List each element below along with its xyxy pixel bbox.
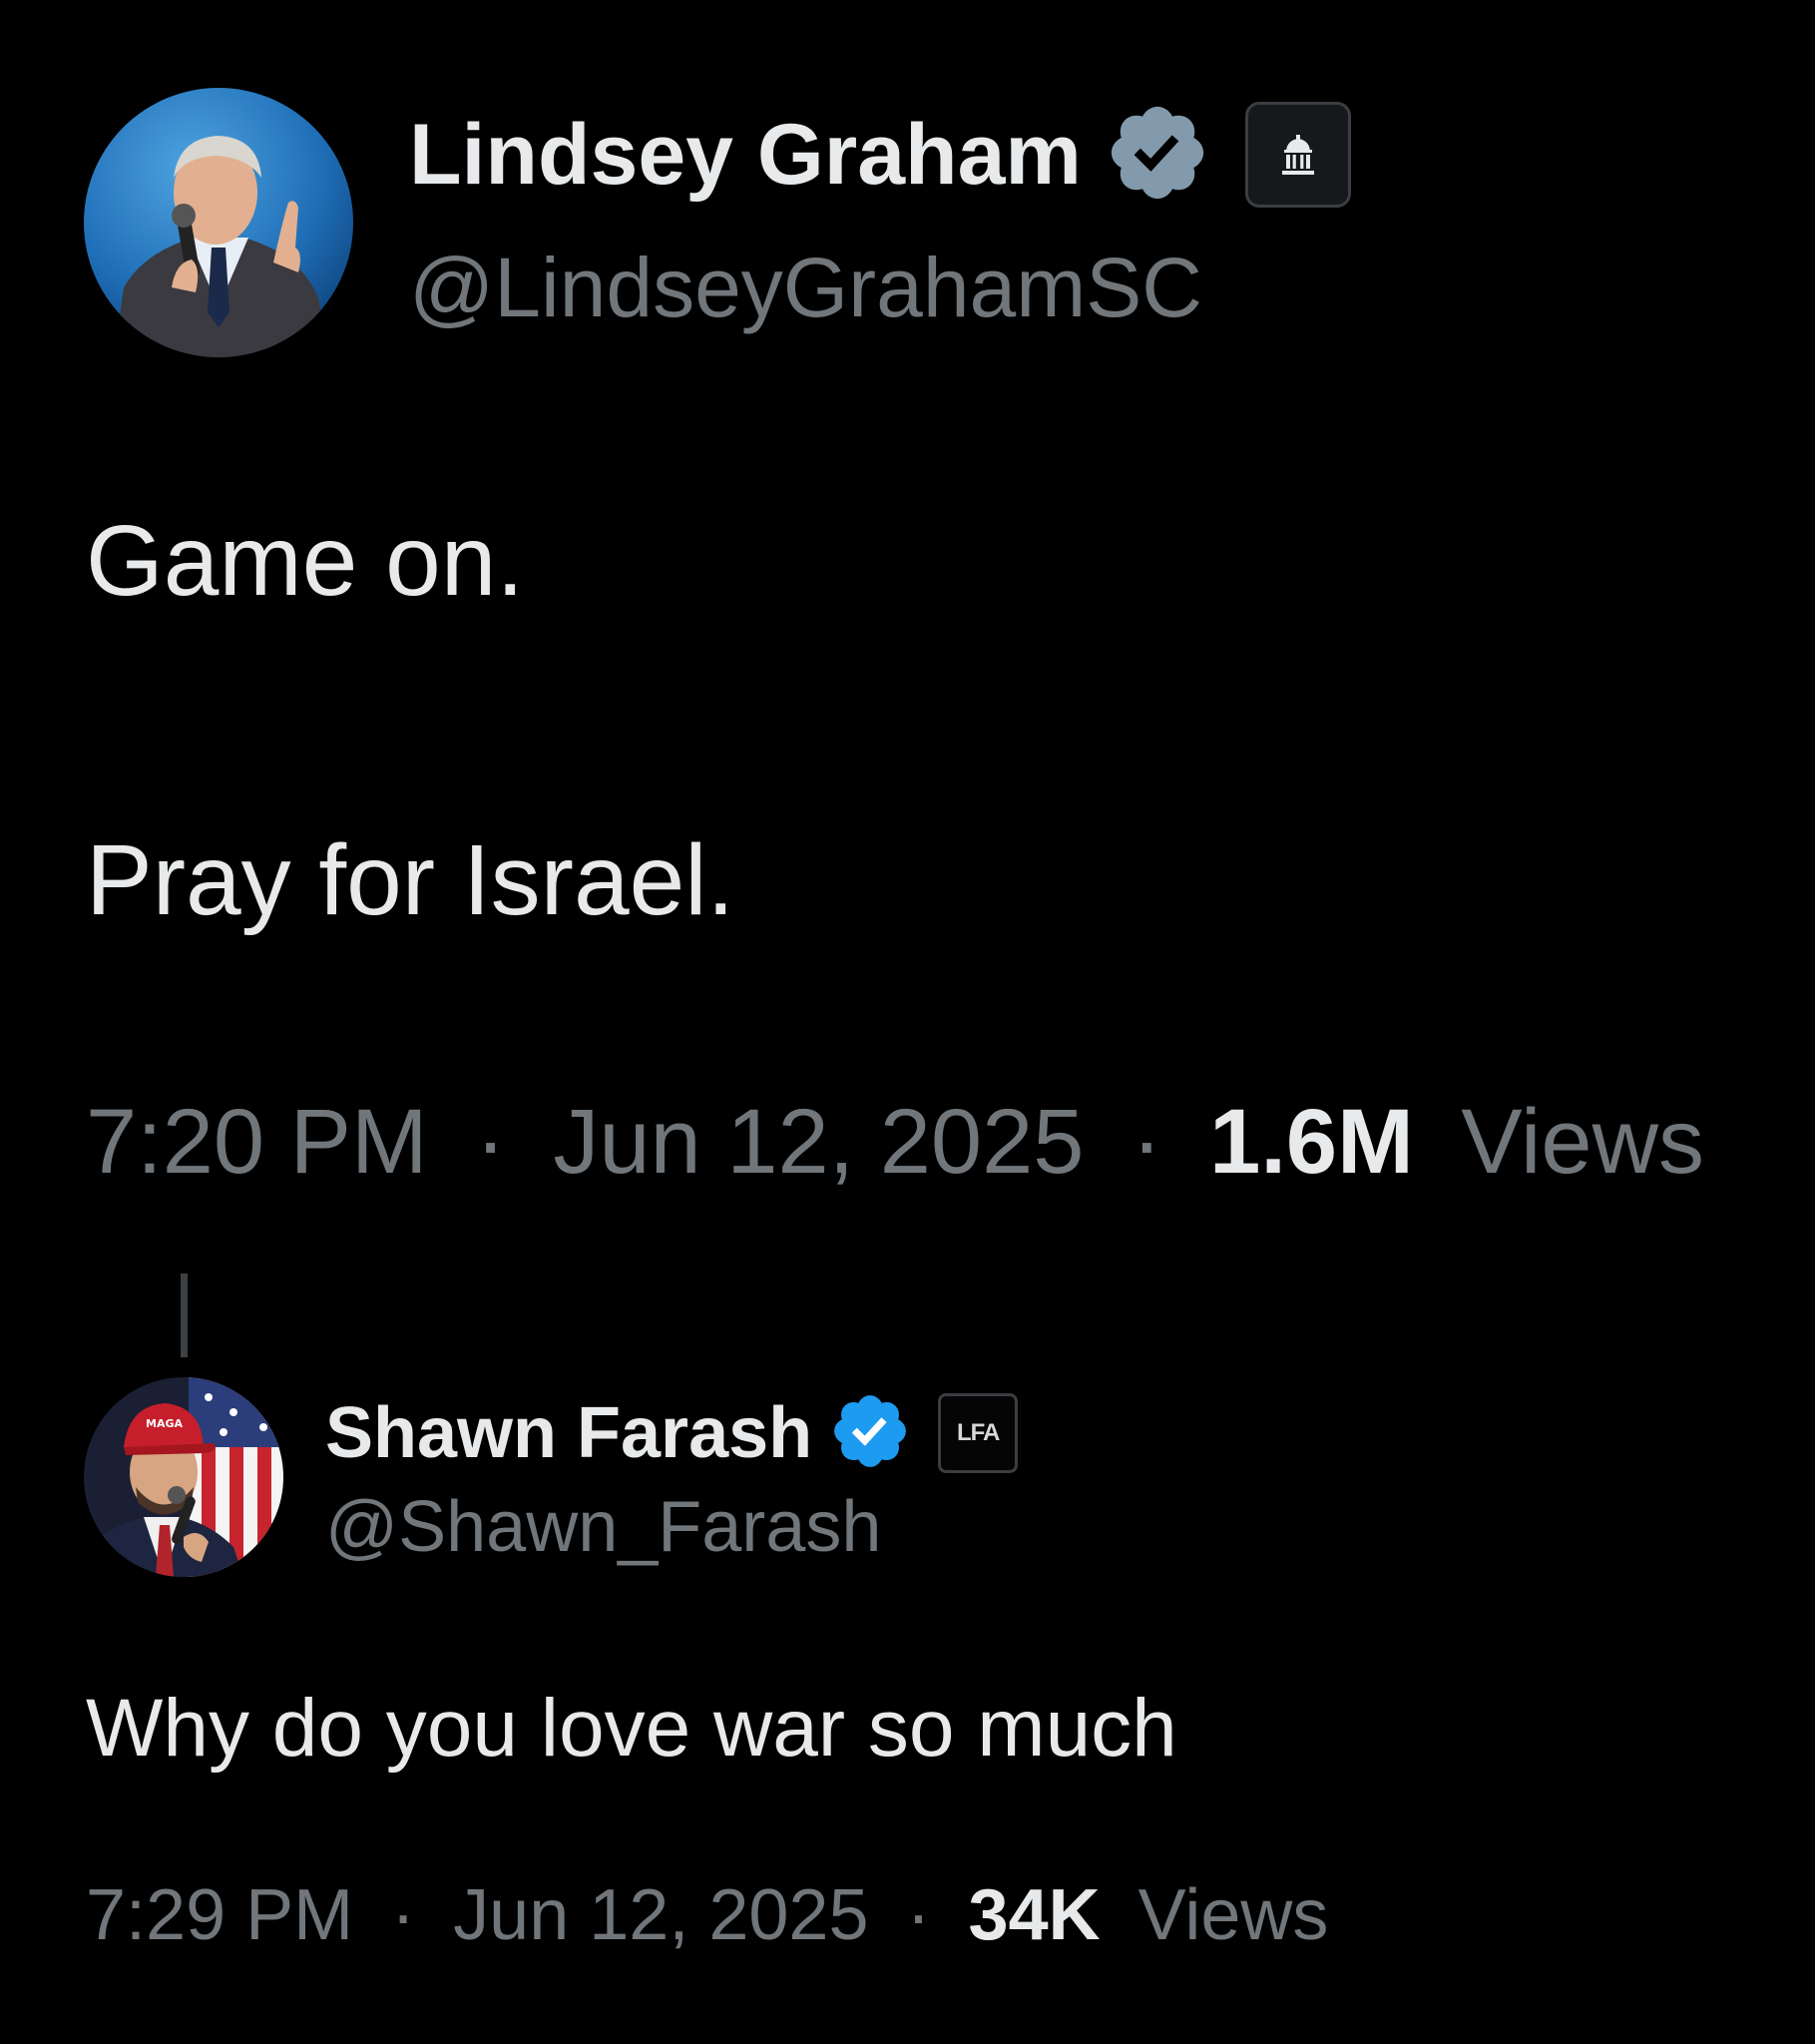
reply-post: MAGA Shawn Farash LFA @Shawn_Farash Why … bbox=[0, 1377, 1815, 2044]
capitol-building-icon bbox=[1244, 102, 1351, 208]
meta-separator: · bbox=[391, 1875, 416, 1955]
verified-badge-icon bbox=[1104, 99, 1211, 212]
original-post: Lindsey Graham @LindseyGrahamSC Game on.… bbox=[0, 0, 1815, 1238]
shawn-farash-avatar[interactable]: MAGA bbox=[84, 1377, 283, 1577]
thread-connector-line bbox=[181, 1274, 188, 1357]
reply-author-handle[interactable]: @Shawn_Farash bbox=[325, 1485, 881, 1569]
original-author-display-name[interactable]: Lindsey Graham bbox=[409, 106, 1082, 205]
affiliation-label: LFA bbox=[956, 1419, 1000, 1446]
reply-author-display-name[interactable]: Shawn Farash bbox=[325, 1392, 812, 1474]
original-author-name-row: Lindsey Graham bbox=[409, 102, 1351, 208]
original-tweet-text-line-1: Game on. bbox=[86, 505, 525, 617]
reply-post-date[interactable]: Jun 12, 2025 bbox=[453, 1875, 868, 1955]
original-post-metadata: 7:20 PM · Jun 12, 2025 · 1.6M Views bbox=[86, 1082, 1704, 1202]
original-post-views-label: Views bbox=[1461, 1091, 1705, 1193]
original-post-views-count: 1.6M bbox=[1209, 1091, 1414, 1193]
meta-separator: · bbox=[1131, 1091, 1162, 1193]
reply-author-name-row: Shawn Farash LFA bbox=[325, 1389, 1019, 1478]
svg-text:MAGA: MAGA bbox=[146, 1417, 183, 1430]
affiliation-badge-icon: LFA bbox=[938, 1393, 1019, 1473]
reply-tweet-text: Why do you love war so much bbox=[86, 1683, 1177, 1774]
reply-post-views-label: Views bbox=[1137, 1875, 1329, 1955]
verified-badge-icon bbox=[828, 1389, 912, 1478]
original-post-date[interactable]: Jun 12, 2025 bbox=[553, 1091, 1084, 1193]
meta-separator: · bbox=[906, 1875, 931, 1955]
meta-separator: · bbox=[475, 1091, 506, 1193]
reply-post-time[interactable]: 7:29 PM bbox=[86, 1875, 353, 1955]
reply-post-views-count: 34K bbox=[968, 1875, 1101, 1955]
original-post-time[interactable]: 7:20 PM bbox=[86, 1091, 428, 1193]
original-author-handle[interactable]: @LindseyGrahamSC bbox=[409, 238, 1202, 337]
lindsey-graham-avatar[interactable] bbox=[84, 88, 353, 357]
original-tweet-text-line-2: Pray for Israel. bbox=[86, 824, 735, 936]
reply-post-metadata: 7:29 PM · Jun 12, 2025 · 34K Views bbox=[86, 1868, 1328, 1962]
